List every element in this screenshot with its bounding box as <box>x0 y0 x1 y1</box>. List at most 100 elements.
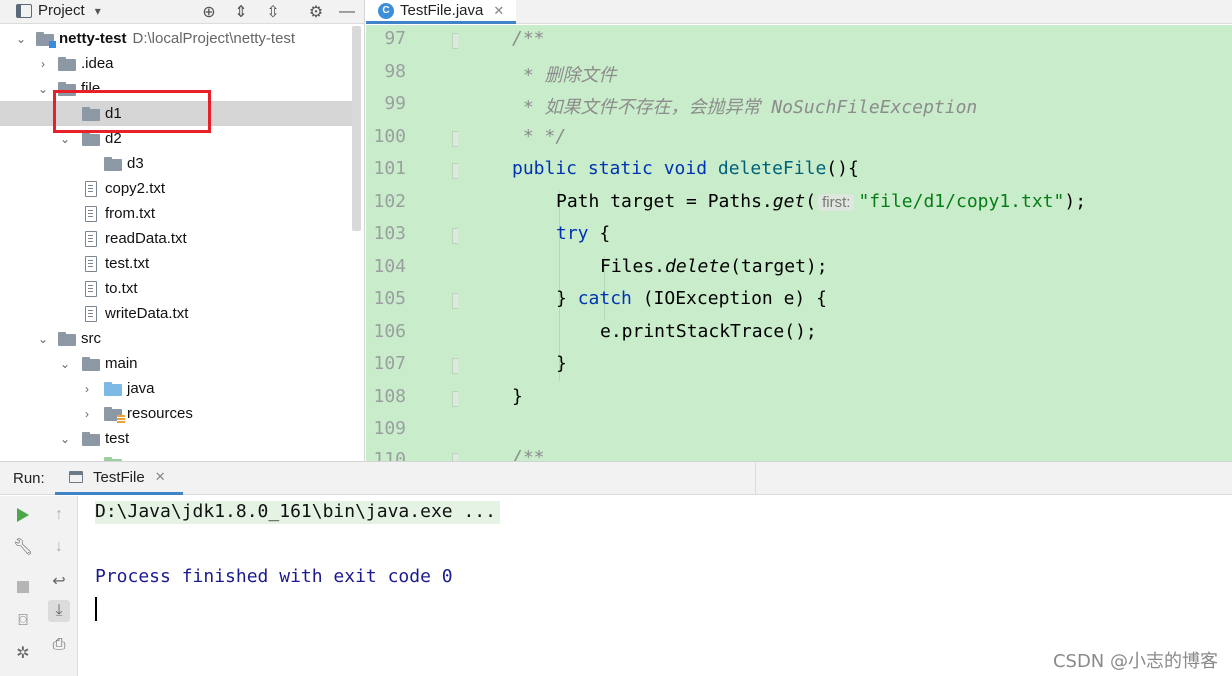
collapse-all-icon[interactable]: ⇳ <box>262 1 284 23</box>
project-scrollbar[interactable] <box>352 26 361 231</box>
code-line-100: * */ <box>512 126 566 147</box>
tree-item-label: java <box>127 380 155 397</box>
run-label: Run: <box>13 470 45 487</box>
line-number: 108 <box>373 386 406 407</box>
code-line-108: } <box>512 386 523 407</box>
project-window-icon <box>16 3 32 18</box>
print-icon: ⎙ <box>52 636 66 653</box>
code-token: ); <box>1064 191 1087 212</box>
chevron-right-icon[interactable]: › <box>80 382 94 396</box>
soft-wrap-button[interactable]: ↩ <box>48 570 70 592</box>
comment-text: /** <box>512 447 545 461</box>
expand-all-icon[interactable]: ⇕ <box>230 1 252 23</box>
tree-item-src[interactable]: ⌄ src <box>0 326 360 351</box>
chevron-down-icon[interactable]: ⌄ <box>36 332 50 346</box>
camera-button[interactable]: ⌼ <box>12 610 34 632</box>
comment-text: * 如果文件不存在，会抛异常 NoSuchFileException <box>512 97 978 118</box>
chevron-down-icon[interactable]: ⌄ <box>58 432 72 446</box>
chevron-down-icon: ▾ <box>94 3 101 18</box>
tree-item-test[interactable]: ⌄ test <box>0 426 360 451</box>
code-line-105: } catch (IOException e) { <box>556 288 827 309</box>
code-line-97: /** <box>512 28 545 49</box>
tree-item-from-txt[interactable]: from.txt <box>0 201 360 226</box>
code-line-103: try { <box>556 223 610 244</box>
scroll-to-end-button[interactable]: ⤓ <box>48 600 70 622</box>
minimize-icon[interactable]: — <box>336 1 358 23</box>
tree-item-writedata-txt[interactable]: writeData.txt <box>0 301 360 326</box>
tree-item-idea[interactable]: › .idea <box>0 51 360 76</box>
tree-item-label: copy2.txt <box>105 180 166 197</box>
folder-icon <box>104 156 122 171</box>
keyword-token: catch <box>577 288 632 309</box>
tree-item-d3[interactable]: d3 <box>0 151 360 176</box>
project-view-selector[interactable]: Project ▾ <box>16 2 101 19</box>
source-folder-icon <box>104 381 122 396</box>
tree-item-label: .idea <box>81 55 114 72</box>
tree-item-main[interactable]: ⌄ main <box>0 351 360 376</box>
stop-icon <box>17 581 29 593</box>
tree-item-label: writeData.txt <box>105 305 189 322</box>
tree-item-copy2-txt[interactable]: copy2.txt <box>0 176 360 201</box>
play-icon <box>17 508 29 522</box>
close-icon[interactable]: ✕ <box>493 3 504 19</box>
wrench-button[interactable]: 🔧︎ <box>12 536 34 558</box>
text-file-icon <box>85 180 97 197</box>
method-call-token: get <box>772 191 806 212</box>
line-number: 103 <box>373 223 406 244</box>
folder-icon <box>82 356 100 371</box>
tree-item-java[interactable]: › java <box>0 376 360 401</box>
text-file-icon <box>85 280 97 297</box>
code-token: } <box>512 386 523 407</box>
folder-icon <box>82 431 100 446</box>
soft-wrap-icon: ↩ <box>52 573 66 590</box>
code-token: Files. <box>600 256 666 277</box>
code-token: } <box>556 353 567 374</box>
console-exit-line: Process finished with exit code 0 <box>95 566 453 587</box>
code-token: (IOException e) { <box>631 288 827 309</box>
scroll-to-end-icon: ⤓ <box>55 602 63 619</box>
wrench-icon: 🔧︎ <box>12 539 34 556</box>
tree-item-path: D:\localProject\netty-test <box>132 30 296 47</box>
tree-item-netty-test[interactable]: ⌄ netty-test D:\localProject\netty-test <box>0 26 360 51</box>
chevron-right-icon[interactable]: › <box>80 407 94 421</box>
down-arrow-button[interactable]: ↓ <box>48 536 70 558</box>
chevron-right-icon[interactable]: › <box>36 57 50 71</box>
chevron-down-icon[interactable]: ⌄ <box>58 132 72 146</box>
stop-button[interactable] <box>12 576 34 598</box>
chevron-down-icon[interactable]: ⌄ <box>36 82 50 96</box>
resources-folder-icon <box>104 406 125 424</box>
project-header: Project ▾ ⊕ ⇕ ⇳ ⚙ — <box>0 0 364 24</box>
tab-label: TestFile.java <box>400 2 484 19</box>
tree-item-test-txt[interactable]: test.txt <box>0 251 360 276</box>
up-arrow-button[interactable]: ↑ <box>48 504 70 526</box>
line-number: 102 <box>373 191 406 212</box>
locate-icon[interactable]: ⊕ <box>198 1 220 23</box>
tree-item-resources[interactable]: › resources <box>0 401 360 426</box>
line-number: 101 <box>373 158 406 179</box>
chevron-down-icon[interactable]: ⌄ <box>58 357 72 371</box>
code-token: (){ <box>826 158 859 179</box>
code-line-101: public static void deleteFile(){ <box>512 158 859 179</box>
line-number: 107 <box>373 353 406 374</box>
console-command-line[interactable]: D:\Java\jdk1.8.0_161\bin\java.exe ... <box>95 501 500 524</box>
tree-item-to-txt[interactable]: to.txt <box>0 276 360 301</box>
code-token: (target); <box>730 256 828 277</box>
code-token: } <box>556 288 578 309</box>
close-icon[interactable]: ✕ <box>155 469 166 485</box>
run-toolbar: ↑ 🔧︎ ↓ ↩ ⤓ ⌼ ⎙ ✲ <box>0 496 78 676</box>
code-line-104: Files.delete(target); <box>600 256 828 277</box>
rerun-button[interactable] <box>12 504 34 526</box>
code-editor: C TestFile.java ✕ 97 98 99 100 101 102 1… <box>366 0 1232 461</box>
tab-testfile-java[interactable]: C TestFile.java ✕ <box>366 0 516 24</box>
gear-icon[interactable]: ⚙ <box>305 1 327 23</box>
tree-item-label: test.txt <box>105 255 150 272</box>
tab-run-testfile[interactable]: TestFile ✕ <box>55 462 183 495</box>
tree-item-label: netty-test <box>59 30 127 47</box>
code-token: Path target = Paths. <box>556 191 773 212</box>
code-line-98: * 删除文件 <box>512 61 617 87</box>
print-button[interactable]: ⎙ <box>48 634 70 656</box>
debug-button[interactable]: ✲ <box>12 642 34 664</box>
tree-item-readdata-txt[interactable]: readData.txt <box>0 226 360 251</box>
chevron-down-icon[interactable]: ⌄ <box>14 32 28 46</box>
parameter-hint: first: <box>818 194 855 211</box>
